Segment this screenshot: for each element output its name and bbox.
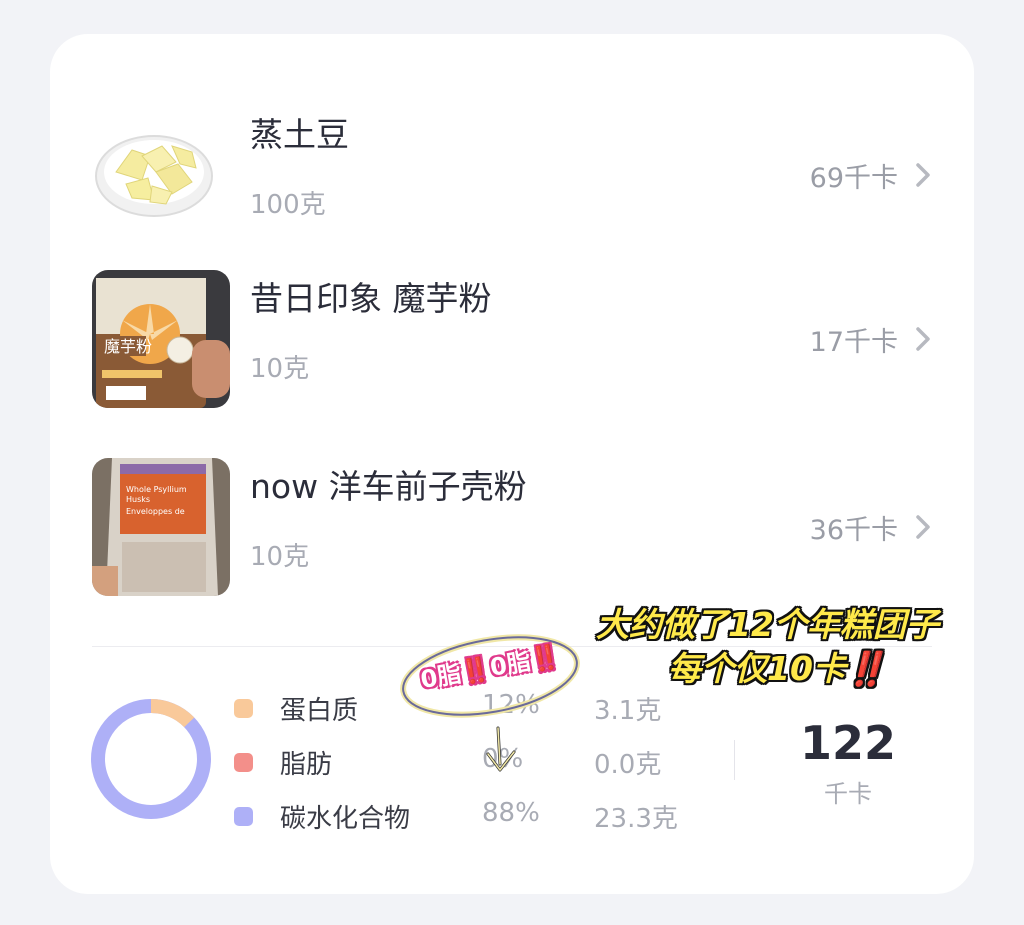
food-log-card: 蒸土豆 100克 69千卡 魔芋粉 昔日印象 魔芋粉 10克 17千卡 Whol… [50,34,974,894]
food-name: 蒸土豆 [250,115,349,154]
food-item-psyllium-husk-powder[interactable]: Whole Psyllium Husks Enveloppes de now 洋… [50,458,974,598]
food-name: 昔日印象 魔芋粉 [250,279,492,318]
overlay-caption-line2: 每个仅10卡‼️ [668,649,888,688]
vertical-separator [734,740,735,780]
overlay-caption-line1: 大约做了12个年糕团子 [596,605,939,644]
chevron-right-icon [916,163,930,187]
legend-dot [234,753,253,772]
chevron-right-icon [916,327,930,351]
zero-fat-sticker: 0脂‼️0脂‼️ [390,632,590,782]
food-item-konjac-powder[interactable]: 魔芋粉 昔日印象 魔芋粉 10克 17千卡 [50,270,974,410]
svg-text:Enveloppes de: Enveloppes de [126,507,185,516]
nutrient-grams: 0.0克 [594,750,662,780]
legend-dot [234,699,253,718]
total-calories-unit: 千卡 [824,780,872,808]
food-amount: 10克 [250,542,310,572]
psyllium-husk-package-icon: Whole Psyllium Husks Enveloppes de [92,458,230,596]
food-calories: 69千卡 [809,163,898,194]
food-amount: 10克 [250,354,310,384]
food-name: now 洋车前子壳粉 [250,467,527,506]
nutrient-percent: 88% [482,798,540,828]
konjac-powder-package-icon: 魔芋粉 [92,270,230,408]
svg-text:Whole Psyllium: Whole Psyllium [126,485,187,494]
svg-text:Husks: Husks [126,495,150,504]
food-calories: 17千卡 [809,327,898,358]
nutrient-row-carbs: 碳水化合物 88% 23.3克 [234,797,694,837]
food-amount: 100克 [250,190,326,220]
total-calories-value: 122 [799,716,897,770]
legend-dot [234,807,253,826]
nutrient-name: 蛋白质 [280,696,359,726]
nutrient-name: 碳水化合物 [280,804,411,834]
steamed-potato-plate-icon [92,106,230,244]
food-item-steamed-potato[interactable]: 蒸土豆 100克 69千卡 [50,106,974,246]
svg-text:魔芋粉: 魔芋粉 [104,337,152,356]
nutrient-grams: 23.3克 [594,804,678,834]
food-calories: 36千卡 [809,515,898,546]
chevron-right-icon [916,515,930,539]
nutrient-grams: 3.1克 [594,696,662,726]
macro-donut-chart [91,699,211,819]
nutrient-name: 脂肪 [280,750,333,780]
